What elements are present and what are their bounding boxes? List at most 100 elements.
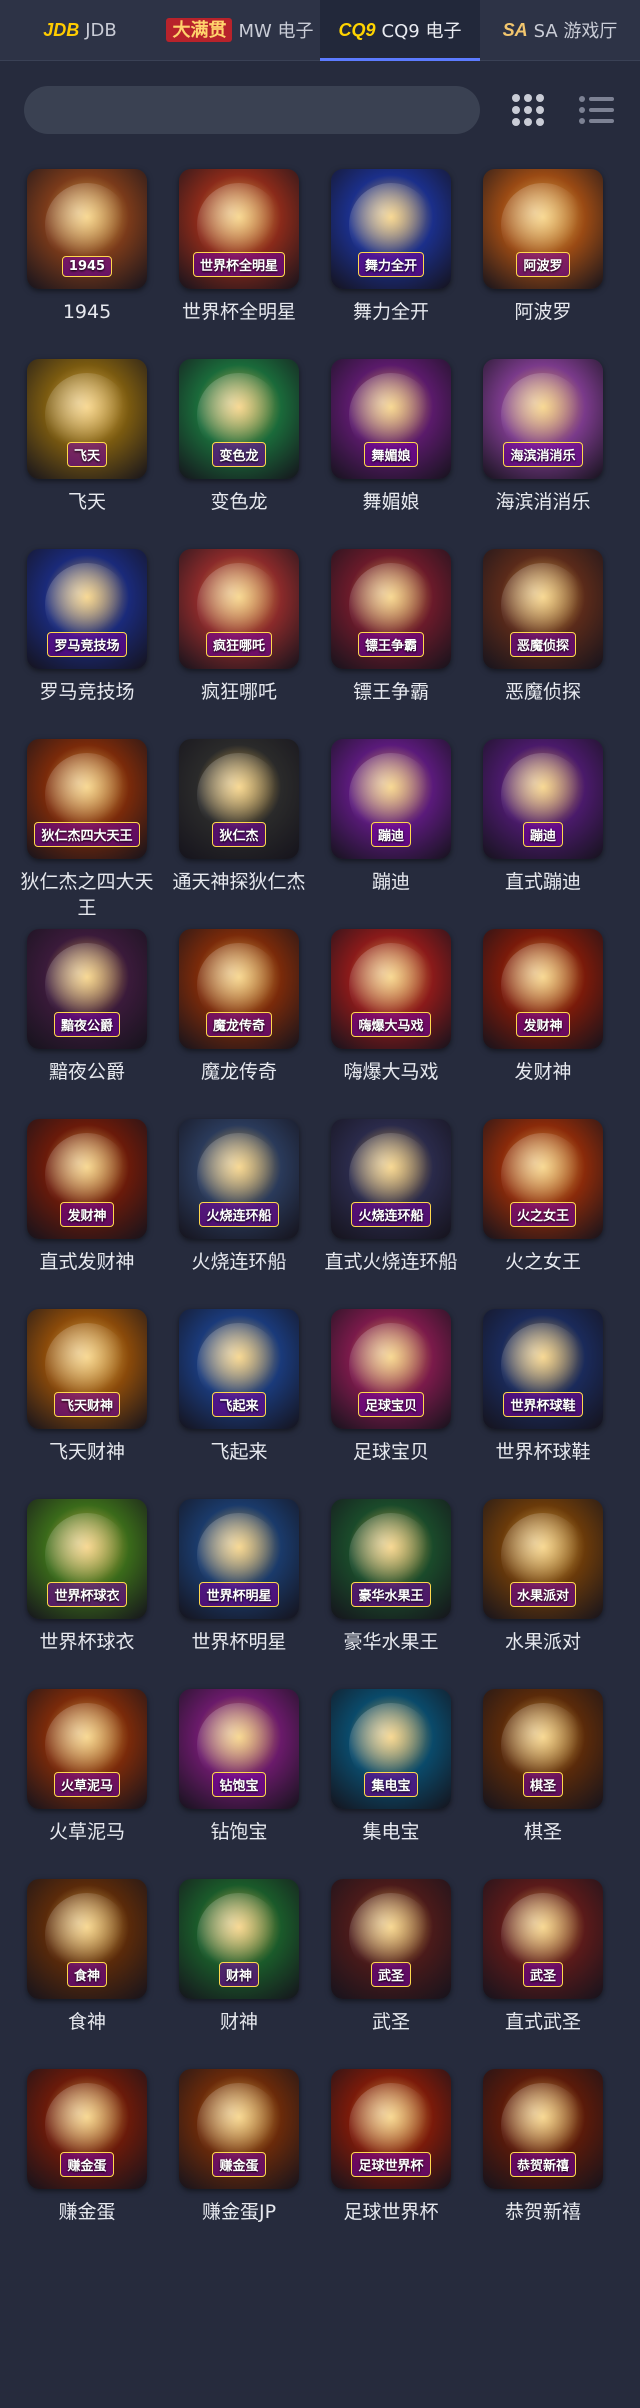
game-card[interactable]: 火烧连环船 直式火烧连环船 — [316, 1119, 466, 1309]
game-card[interactable]: 世界杯明星 世界杯明星 — [164, 1499, 314, 1689]
game-card[interactable]: 狄仁杰四大天王 狄仁杰之四大天王 — [12, 739, 162, 929]
game-thumbnail[interactable]: 钻饱宝 — [179, 1689, 299, 1809]
game-card[interactable]: 飞起来 飞起来 — [164, 1309, 314, 1499]
game-card[interactable]: 疯狂哪吒 疯狂哪吒 — [164, 549, 314, 739]
game-card[interactable]: 火烧连环船 火烧连环船 — [164, 1119, 314, 1309]
game-card[interactable]: 恭贺新禧 恭贺新禧 — [468, 2069, 618, 2259]
game-card[interactable]: 阿波罗 阿波罗 — [468, 169, 618, 359]
game-thumbnail[interactable]: 恶魔侦探 — [483, 549, 603, 669]
game-card[interactable]: 火草泥马 火草泥马 — [12, 1689, 162, 1879]
game-thumbnail[interactable]: 变色龙 — [179, 359, 299, 479]
game-card[interactable]: 舞媚娘 舞媚娘 — [316, 359, 466, 549]
game-thumbnail[interactable]: 火烧连环船 — [331, 1119, 451, 1239]
search-input[interactable] — [24, 86, 480, 134]
game-logo-text: 蹦迪 — [370, 822, 411, 847]
game-card[interactable]: 飞天 飞天 — [12, 359, 162, 549]
game-card[interactable]: 嗨爆大马戏 嗨爆大马戏 — [316, 929, 466, 1119]
game-card[interactable]: 狄仁杰 通天神探狄仁杰 — [164, 739, 314, 929]
game-card[interactable]: 变色龙 变色龙 — [164, 359, 314, 549]
game-thumbnail[interactable]: 狄仁杰四大天王 — [27, 739, 147, 859]
game-card[interactable]: 赚金蛋 赚金蛋JP — [164, 2069, 314, 2259]
game-card[interactable]: 舞力全开 舞力全开 — [316, 169, 466, 359]
game-card[interactable]: 集电宝 集电宝 — [316, 1689, 466, 1879]
game-thumbnail[interactable]: 罗马竞技场 — [27, 549, 147, 669]
tab-3[interactable]: SA SA 游戏厅 — [480, 0, 640, 60]
game-card[interactable]: 蹦迪 蹦迪 — [316, 739, 466, 929]
game-thumbnail[interactable]: 财神 — [179, 1879, 299, 1999]
game-thumbnail[interactable]: 舞媚娘 — [331, 359, 451, 479]
game-thumbnail[interactable]: 飞天财神 — [27, 1309, 147, 1429]
game-thumbnail[interactable]: 发财神 — [27, 1119, 147, 1239]
game-logo-text: 食神 — [66, 1962, 107, 1987]
game-thumbnail[interactable]: 黯夜公爵 — [27, 929, 147, 1049]
game-card[interactable]: 海滨消消乐 海滨消消乐 — [468, 359, 618, 549]
game-card[interactable]: 足球宝贝 足球宝贝 — [316, 1309, 466, 1499]
game-thumbnail[interactable]: 狄仁杰 — [179, 739, 299, 859]
grid-view-button[interactable] — [508, 90, 548, 130]
game-thumbnail[interactable]: 火烧连环船 — [179, 1119, 299, 1239]
game-name: 黯夜公爵 — [48, 1061, 125, 1083]
game-card[interactable]: 豪华水果王 豪华水果王 — [316, 1499, 466, 1689]
game-card[interactable]: 水果派对 水果派对 — [468, 1499, 618, 1689]
game-thumbnail[interactable]: 水果派对 — [483, 1499, 603, 1619]
game-thumbnail[interactable]: 武圣 — [331, 1879, 451, 1999]
game-thumbnail[interactable]: 豪华水果王 — [331, 1499, 451, 1619]
game-thumbnail[interactable]: 足球世界杯 — [331, 2069, 451, 2189]
game-card[interactable]: 镖王争霸 镖王争霸 — [316, 549, 466, 739]
game-thumbnail[interactable]: 海滨消消乐 — [483, 359, 603, 479]
game-card[interactable]: 世界杯全明星 世界杯全明星 — [164, 169, 314, 359]
game-thumbnail[interactable]: 武圣 — [483, 1879, 603, 1999]
game-thumbnail[interactable]: 世界杯明星 — [179, 1499, 299, 1619]
game-thumbnail[interactable]: 魔龙传奇 — [179, 929, 299, 1049]
game-thumbnail[interactable]: 阿波罗 — [483, 169, 603, 289]
game-thumbnail[interactable]: 集电宝 — [331, 1689, 451, 1809]
game-thumbnail[interactable]: 世界杯球鞋 — [483, 1309, 603, 1429]
game-card[interactable]: 发财神 直式发财神 — [12, 1119, 162, 1309]
game-card[interactable]: 1945 1945 — [12, 169, 162, 359]
game-card[interactable]: 钻饱宝 钻饱宝 — [164, 1689, 314, 1879]
game-card[interactable]: 世界杯球鞋 世界杯球鞋 — [468, 1309, 618, 1499]
game-card[interactable]: 火之女王 火之女王 — [468, 1119, 618, 1309]
game-card[interactable]: 足球世界杯 足球世界杯 — [316, 2069, 466, 2259]
game-thumbnail[interactable]: 蹦迪 — [483, 739, 603, 859]
game-name: 飞起来 — [210, 1441, 268, 1463]
game-thumbnail[interactable]: 赚金蛋 — [27, 2069, 147, 2189]
game-thumbnail[interactable]: 飞起来 — [179, 1309, 299, 1429]
game-thumbnail[interactable]: 1945 — [27, 169, 147, 289]
list-view-button[interactable] — [576, 90, 616, 130]
tab-2[interactable]: CQ9 CQ9 电子 — [320, 0, 480, 61]
game-thumbnail[interactable]: 发财神 — [483, 929, 603, 1049]
game-thumbnail[interactable]: 世界杯球衣 — [27, 1499, 147, 1619]
game-thumbnail[interactable]: 足球宝贝 — [331, 1309, 451, 1429]
game-thumbnail[interactable]: 火草泥马 — [27, 1689, 147, 1809]
game-thumbnail[interactable]: 赚金蛋 — [179, 2069, 299, 2189]
game-thumbnail[interactable]: 镖王争霸 — [331, 549, 451, 669]
game-card[interactable]: 棋圣 棋圣 — [468, 1689, 618, 1879]
game-card[interactable]: 世界杯球衣 世界杯球衣 — [12, 1499, 162, 1689]
game-card[interactable]: 飞天财神 飞天财神 — [12, 1309, 162, 1499]
game-card[interactable]: 黯夜公爵 黯夜公爵 — [12, 929, 162, 1119]
game-thumbnail[interactable]: 棋圣 — [483, 1689, 603, 1809]
game-card[interactable]: 发财神 发财神 — [468, 929, 618, 1119]
game-card[interactable]: 魔龙传奇 魔龙传奇 — [164, 929, 314, 1119]
game-thumbnail[interactable]: 飞天 — [27, 359, 147, 479]
tab-0[interactable]: JDB JDB — [0, 0, 160, 60]
tab-1[interactable]: 大满贯 MW 电子 — [160, 0, 320, 60]
game-thumbnail[interactable]: 舞力全开 — [331, 169, 451, 289]
game-thumbnail[interactable]: 食神 — [27, 1879, 147, 1999]
game-card[interactable]: 恶魔侦探 恶魔侦探 — [468, 549, 618, 739]
game-thumbnail[interactable]: 嗨爆大马戏 — [331, 929, 451, 1049]
game-name: 世界杯球衣 — [39, 1631, 135, 1653]
game-thumbnail[interactable]: 疯狂哪吒 — [179, 549, 299, 669]
game-card[interactable]: 蹦迪 直式蹦迪 — [468, 739, 618, 929]
game-thumbnail[interactable]: 世界杯全明星 — [179, 169, 299, 289]
game-card[interactable]: 罗马竞技场 罗马竞技场 — [12, 549, 162, 739]
game-card[interactable]: 食神 食神 — [12, 1879, 162, 2069]
game-card[interactable]: 赚金蛋 赚金蛋 — [12, 2069, 162, 2259]
game-card[interactable]: 武圣 武圣 — [316, 1879, 466, 2069]
game-thumbnail[interactable]: 火之女王 — [483, 1119, 603, 1239]
game-card[interactable]: 财神 财神 — [164, 1879, 314, 2069]
game-card[interactable]: 武圣 直式武圣 — [468, 1879, 618, 2069]
game-thumbnail[interactable]: 蹦迪 — [331, 739, 451, 859]
game-thumbnail[interactable]: 恭贺新禧 — [483, 2069, 603, 2189]
